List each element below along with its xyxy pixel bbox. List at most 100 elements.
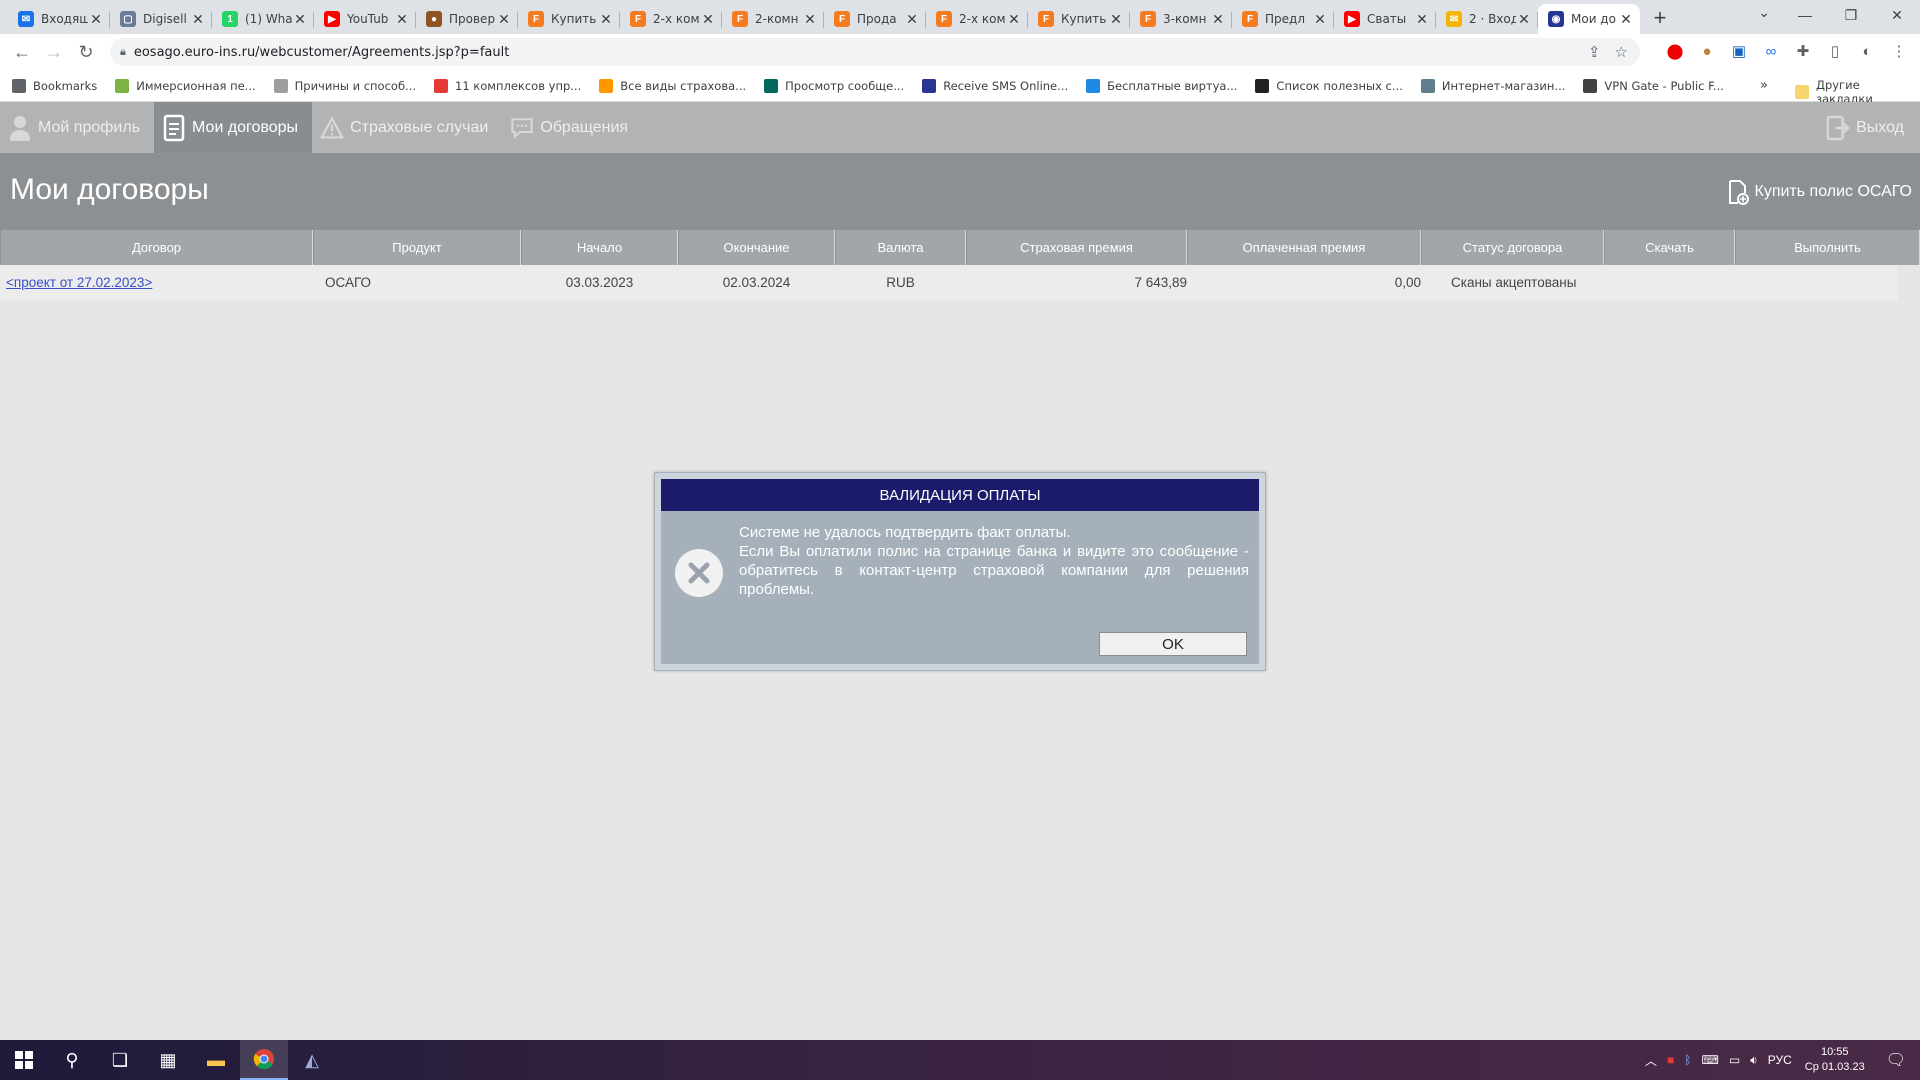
bookmark-item[interactable]: Интернет-магазин... xyxy=(1420,78,1565,93)
language-indicator[interactable]: РУС xyxy=(1768,1053,1792,1067)
tab-close-icon[interactable]: ✕ xyxy=(292,11,308,28)
browser-tab[interactable]: ✉ 2 · Вход ✕ xyxy=(1436,4,1538,34)
new-extension-icon[interactable]: ▣ xyxy=(1728,40,1750,62)
tab-favicon-icon: ● xyxy=(426,11,442,27)
tab-close-icon[interactable]: ✕ xyxy=(1210,11,1226,28)
bookmark-item[interactable]: Все виды страхова... xyxy=(599,78,746,93)
address-bar[interactable]: 🔒︎ eosago.euro-ins.ru/webcustomer/Agreem… xyxy=(110,38,1640,66)
browser-tab[interactable]: ▶ Сваты ✕ xyxy=(1334,4,1436,34)
extensions-puzzle-icon[interactable]: ✚ xyxy=(1792,40,1814,62)
bookmarks-overflow-button[interactable]: » xyxy=(1760,78,1768,93)
tab-close-icon[interactable]: ✕ xyxy=(1516,11,1532,28)
browser-tab[interactable]: F 3-комн ✕ xyxy=(1130,4,1232,34)
notepad-app-icon[interactable]: ◭ xyxy=(288,1040,336,1080)
nav-insurance-cases[interactable]: Страховые случаи xyxy=(312,102,502,153)
bookmark-item[interactable]: Список полезных с... xyxy=(1255,78,1403,93)
browser-tab[interactable]: F Купить ✕ xyxy=(1028,4,1130,34)
col-end: Окончание xyxy=(678,230,835,265)
browser-tab-active[interactable]: ◉ Мои до ✕ xyxy=(1538,4,1640,34)
tab-close-icon[interactable]: ✕ xyxy=(1312,11,1328,28)
start-button[interactable] xyxy=(0,1040,48,1080)
browser-tab[interactable]: F 2-х ком ✕ xyxy=(620,4,722,34)
tab-search-icon[interactable]: ⌄ xyxy=(1758,4,1770,21)
profile-avatar-icon[interactable]: ◐ xyxy=(1856,40,1878,62)
bluetooth-icon[interactable]: ᛒ xyxy=(1684,1053,1691,1067)
bookmark-item[interactable]: Бесплатные виртуа... xyxy=(1086,78,1237,93)
search-icon[interactable]: ⚲ xyxy=(48,1040,96,1080)
opera-extension-icon[interactable]: ⬤ xyxy=(1664,40,1686,62)
forward-button[interactable]: → xyxy=(38,36,70,68)
tab-close-icon[interactable]: ✕ xyxy=(1414,11,1430,28)
lock-icon[interactable]: 🔒︎ xyxy=(120,46,126,59)
site-navigation: Мой профиль Мои договоры Страховые случа… xyxy=(0,102,1920,153)
tab-close-icon[interactable]: ✕ xyxy=(88,11,104,28)
infinity-extension-icon[interactable]: ∞ xyxy=(1760,40,1782,62)
bookmark-item[interactable]: Receive SMS Online... xyxy=(922,78,1068,93)
network-icon[interactable]: ▭ xyxy=(1729,1053,1740,1067)
minimize-button[interactable]: — xyxy=(1782,0,1828,30)
bookmark-star-icon[interactable]: ☆ xyxy=(1615,43,1628,61)
tab-close-icon[interactable]: ✕ xyxy=(904,11,920,28)
tab-favicon-icon: F xyxy=(936,11,952,27)
share-icon[interactable]: ⇪ xyxy=(1588,43,1601,61)
browser-tab[interactable]: ▶ YouTub ✕ xyxy=(314,4,416,34)
tab-close-icon[interactable]: ✕ xyxy=(1108,11,1124,28)
browser-tab[interactable]: ✉ Входящ ✕ xyxy=(8,4,110,34)
tab-close-icon[interactable]: ✕ xyxy=(496,11,512,28)
new-tab-button[interactable]: + xyxy=(1646,4,1674,32)
nav-my-contracts[interactable]: Мои договоры xyxy=(154,102,313,153)
tab-close-icon[interactable]: ✕ xyxy=(394,11,410,28)
browser-tab[interactable]: F Купить ✕ xyxy=(518,4,620,34)
bookmark-item[interactable]: Причины и способ... xyxy=(273,78,416,93)
menu-kebab-icon[interactable]: ⋮ xyxy=(1888,40,1910,62)
tab-close-icon[interactable]: ✕ xyxy=(598,11,614,28)
browser-tab[interactable]: F 2-х ком ✕ xyxy=(926,4,1028,34)
clock[interactable]: 10:55 Ср 01.03.23 xyxy=(1805,1045,1865,1075)
tab-close-icon[interactable]: ✕ xyxy=(802,11,818,28)
tab-close-icon[interactable]: ✕ xyxy=(190,11,206,28)
buy-osago-button[interactable]: Купить полис ОСАГО xyxy=(1727,179,1912,205)
contracts-table: Договор Продукт Начало Окончание Валюта … xyxy=(0,230,1920,300)
bookmark-item[interactable]: Bookmarks xyxy=(12,78,97,93)
chrome-icon[interactable] xyxy=(240,1040,288,1080)
nav-appeals[interactable]: Обращения xyxy=(502,102,642,153)
task-view-icon[interactable]: ❏ xyxy=(96,1040,144,1080)
browser-tab[interactable]: 1 (1) Wha ✕ xyxy=(212,4,314,34)
ok-button[interactable]: OK xyxy=(1099,632,1247,656)
tab-title: 2-х ком xyxy=(959,12,1006,26)
back-button[interactable]: ← xyxy=(6,36,38,68)
cookie-extension-icon[interactable]: ● xyxy=(1696,40,1718,62)
contract-link[interactable]: <проект от 27.02.2023> xyxy=(6,275,152,290)
close-window-button[interactable]: ✕ xyxy=(1874,0,1920,30)
bookmark-item[interactable]: Иммерсионная пе... xyxy=(115,78,256,93)
side-panel-icon[interactable]: ▯ xyxy=(1824,40,1846,62)
restore-button[interactable]: ❐ xyxy=(1828,0,1874,30)
tab-favicon-icon: ◉ xyxy=(1548,11,1564,27)
file-explorer-icon[interactable]: ▬ xyxy=(192,1040,240,1080)
reload-button[interactable]: ↻ xyxy=(70,36,102,68)
bookmark-item[interactable]: VPN Gate - Public F... xyxy=(1583,78,1724,93)
keyboard-icon[interactable]: ⌨ xyxy=(1701,1053,1718,1067)
col-start: Начало xyxy=(521,230,678,265)
antivirus-icon[interactable]: ■ xyxy=(1667,1053,1674,1067)
tab-favicon-icon: ▶ xyxy=(324,11,340,27)
browser-tab[interactable]: F Предл ✕ xyxy=(1232,4,1334,34)
volume-icon[interactable]: 🔉︎ xyxy=(1750,1053,1758,1068)
browser-tab[interactable]: F 2-комн ✕ xyxy=(722,4,824,34)
exit-button[interactable]: Выход xyxy=(1826,102,1904,153)
status-cell: Сканы акцептованы xyxy=(1451,275,1577,290)
nav-my-profile[interactable]: Мой профиль xyxy=(0,102,154,153)
tab-close-icon[interactable]: ✕ xyxy=(1618,11,1634,28)
browser-tab[interactable]: ▢ Digisell ✕ xyxy=(110,4,212,34)
bookmark-item[interactable]: Просмотр сообще... xyxy=(764,78,904,93)
col-premium: Страховая премия xyxy=(966,230,1187,265)
tab-close-icon[interactable]: ✕ xyxy=(1006,11,1022,28)
bookmark-item[interactable]: 11 комплексов упр... xyxy=(434,78,581,93)
notifications-icon[interactable]: 🗨︎ xyxy=(1886,1050,1906,1070)
table-row: <проект от 27.02.2023> ОСАГО 03.03.2023 … xyxy=(0,265,1898,300)
tray-overflow-icon[interactable]: ︿ xyxy=(1645,1052,1657,1069)
calculator-icon[interactable]: ▦ xyxy=(144,1040,192,1080)
browser-tab[interactable]: ● Провер ✕ xyxy=(416,4,518,34)
browser-tab[interactable]: F Прода ✕ xyxy=(824,4,926,34)
tab-close-icon[interactable]: ✕ xyxy=(700,11,716,28)
